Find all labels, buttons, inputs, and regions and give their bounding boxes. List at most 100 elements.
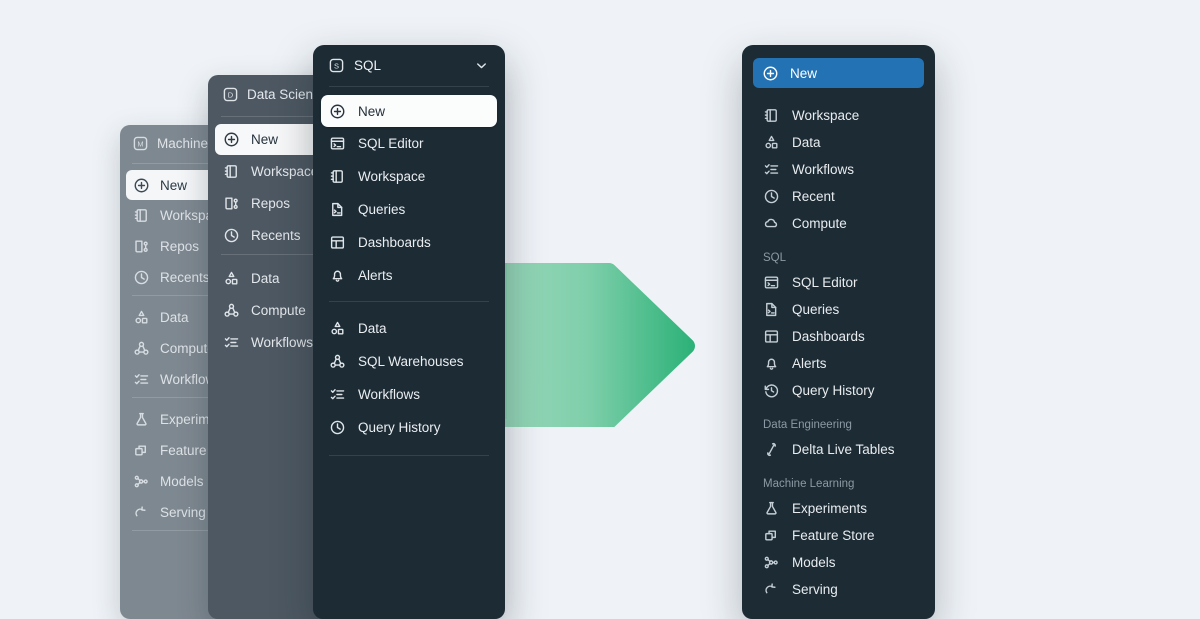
nav-item-data[interactable]: Data (742, 129, 935, 156)
nav-item-experiments[interactable]: Experiments (742, 495, 935, 522)
sidebar-item-label: Serving (160, 505, 206, 520)
divider (329, 301, 489, 302)
nav-item-recent[interactable]: Recent (742, 183, 935, 210)
sidebar-item-query-history[interactable]: Query History (313, 411, 505, 444)
canvas: M Machine Learning New Workspace Repos R… (0, 0, 1200, 619)
nav-item-label: Query History (792, 383, 875, 398)
sidebar-item-label: Workflows (358, 387, 420, 402)
sidebar-item-sql-editor[interactable]: SQL Editor (313, 127, 505, 160)
nav-item-label: Compute (792, 216, 847, 231)
sidebar-item-label: Queries (358, 202, 405, 217)
sidebar-item-label: Repos (251, 196, 290, 211)
sidebar-item-label: Repos (160, 239, 199, 254)
sidebar-item-sql-warehouses[interactable]: SQL Warehouses (313, 345, 505, 378)
data-icon (223, 270, 240, 287)
sidebar-item-label: Compute (160, 341, 215, 356)
sidebar-item-label: New (251, 132, 278, 147)
section-title-sql: SQL (742, 252, 935, 264)
models-icon (133, 473, 150, 490)
plus-circle-icon (133, 177, 150, 194)
new-button[interactable]: New (753, 58, 924, 88)
nav-item-label: Serving (792, 582, 838, 597)
data-icon (133, 309, 150, 326)
feature-store-icon (133, 442, 150, 459)
sidebar-item-label: Alerts (358, 268, 393, 283)
serving-icon (133, 504, 150, 521)
sidebar-item-workflows[interactable]: Workflows (313, 378, 505, 411)
experiments-icon (763, 500, 780, 517)
sidebar-item-label: Data (160, 310, 189, 325)
nav-item-label: Dashboards (792, 329, 865, 344)
clock-icon (133, 269, 150, 286)
nav-item-compute[interactable]: Compute (742, 210, 935, 237)
sidebar-item-label: Compute (251, 303, 306, 318)
workspace-icon (133, 207, 150, 224)
sidebar-panel-sql: S SQL New SQL Editor Workspace Queries D… (313, 45, 505, 619)
sidebar-item-alerts[interactable]: Alerts (313, 259, 505, 292)
svg-text:S: S (334, 62, 339, 71)
section-title-machine-learning: Machine Learning (742, 478, 935, 490)
nav-item-models[interactable]: Models (742, 549, 935, 576)
warehouses-icon (329, 353, 346, 370)
sidebar-item-dashboards[interactable]: Dashboards (313, 226, 505, 259)
nav-item-workflows[interactable]: Workflows (742, 156, 935, 183)
sidebar-panel-unified-nav: New Workspace Data Workflows Recent Comp… (742, 45, 935, 619)
workspace-icon (329, 168, 346, 185)
nav-item-label: Models (792, 555, 836, 570)
queries-icon (329, 201, 346, 218)
plus-circle-icon (762, 65, 779, 82)
nav-item-label: Workflows (792, 162, 854, 177)
chevron-down-icon[interactable] (474, 58, 489, 73)
workflows-icon (223, 334, 240, 351)
sidebar-item-workspace[interactable]: Workspace (313, 160, 505, 193)
workspace-icon (223, 163, 240, 180)
sidebar-item-label: Recents (251, 228, 301, 243)
divider (329, 86, 489, 87)
nav-item-label: SQL Editor (792, 275, 858, 290)
feature-store-icon (763, 527, 780, 544)
dashboards-icon (329, 234, 346, 251)
nav-item-sql-editor[interactable]: SQL Editor (742, 269, 935, 296)
nav-item-queries[interactable]: Queries (742, 296, 935, 323)
svg-text:M: M (137, 140, 143, 149)
sidebar-item-label: Dashboards (358, 235, 431, 250)
sidebar-item-label: Workflows (251, 335, 313, 350)
persona-badge-icon: D (223, 87, 238, 102)
nav-item-alerts[interactable]: Alerts (742, 350, 935, 377)
nav-item-label: Recent (792, 189, 835, 204)
sidebar-item-label: Recents (160, 270, 210, 285)
nav-item-label: Delta Live Tables (792, 442, 895, 457)
nav-item-feature-store[interactable]: Feature Store (742, 522, 935, 549)
nav-item-dashboards[interactable]: Dashboards (742, 323, 935, 350)
compute-icon (223, 302, 240, 319)
experiments-icon (133, 411, 150, 428)
history-icon (763, 382, 780, 399)
divider (329, 455, 489, 456)
new-button-label: New (790, 66, 817, 81)
sidebar-item-data[interactable]: Data (313, 312, 505, 345)
sidebar-item-label: New (358, 104, 385, 119)
workflows-icon (133, 371, 150, 388)
queries-icon (763, 301, 780, 318)
sidebar-item-queries[interactable]: Queries (313, 193, 505, 226)
cloud-icon (763, 215, 780, 232)
bell-icon (763, 355, 780, 372)
workspace-icon (763, 107, 780, 124)
workflows-icon (763, 161, 780, 178)
sidebar-item-label: Query History (358, 420, 441, 435)
nav-item-delta-live-tables[interactable]: Delta Live Tables (742, 436, 935, 463)
clock-icon (763, 188, 780, 205)
persona-badge-icon: S (329, 58, 344, 73)
nav-item-workspace[interactable]: Workspace (742, 102, 935, 129)
panel-header-sql[interactable]: S SQL (313, 45, 505, 85)
sql-editor-icon (329, 135, 346, 152)
nav-item-query-history[interactable]: Query History (742, 377, 935, 404)
nav-item-label: Workspace (792, 108, 859, 123)
persona-badge-icon: M (133, 136, 148, 151)
data-icon (329, 320, 346, 337)
sidebar-item-new[interactable]: New (321, 95, 497, 127)
bell-icon (329, 267, 346, 284)
sidebar-item-label: Data (358, 321, 387, 336)
nav-item-serving[interactable]: Serving (742, 576, 935, 603)
sidebar-item-label: Data (251, 271, 280, 286)
